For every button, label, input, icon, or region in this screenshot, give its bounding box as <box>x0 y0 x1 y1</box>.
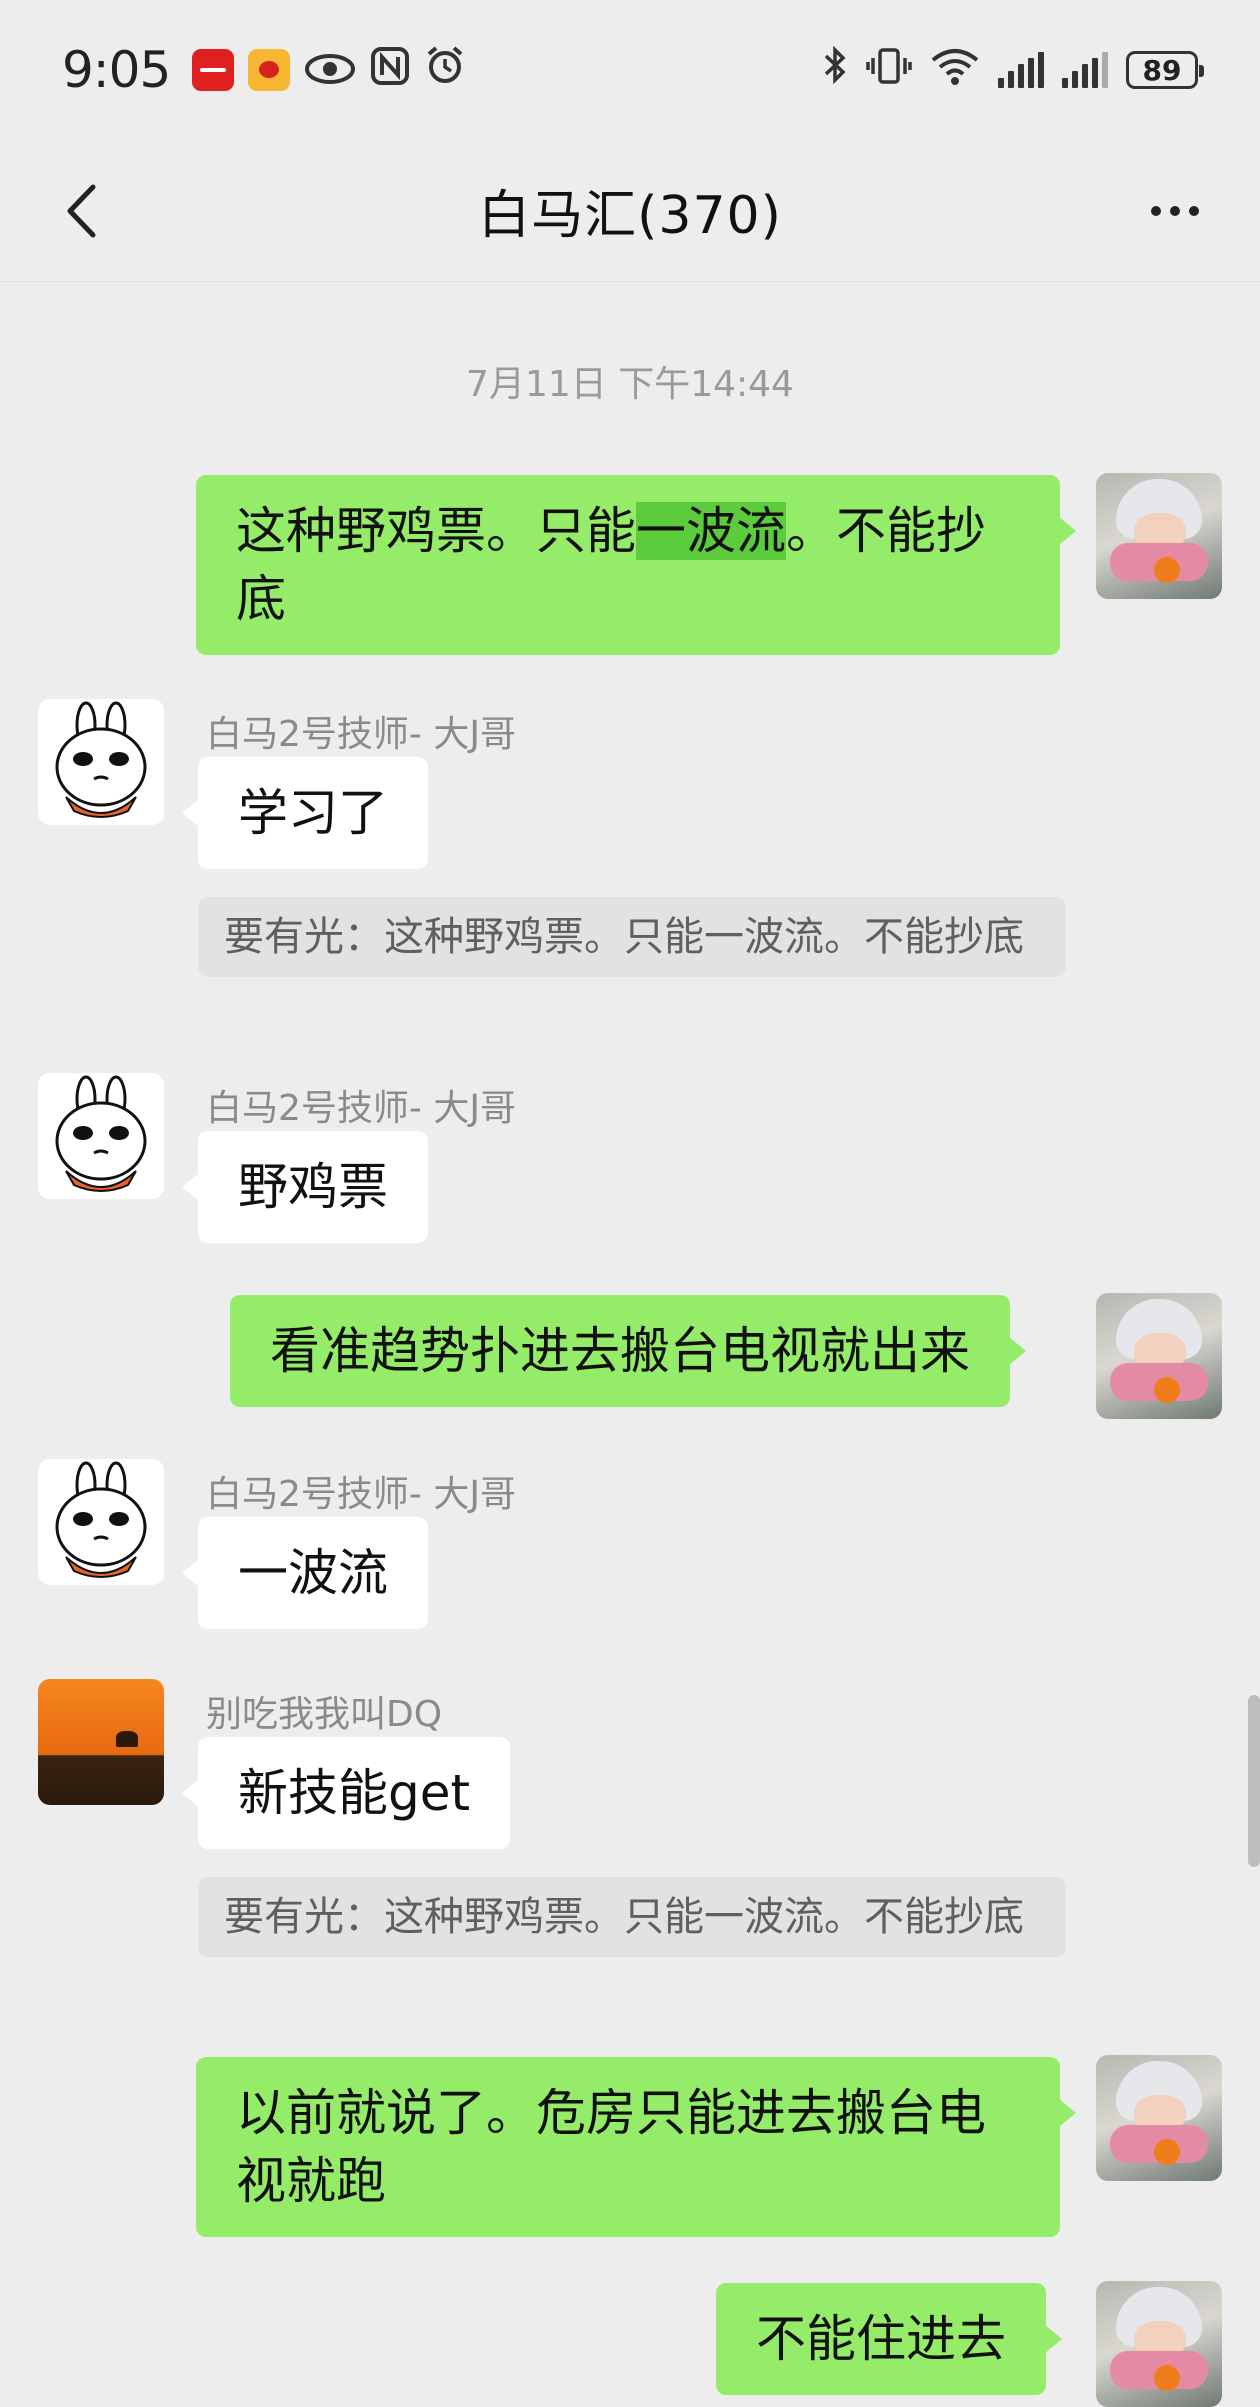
sender-name: 白马2号技师- 大J哥 <box>206 714 516 755</box>
message-bubble-self[interactable]: 以前就说了。危房只能进去搬台电视就跑 <box>196 2057 1076 2237</box>
quoted-message[interactable]: 要有光：这种野鸡票。只能一波流。不能抄底 <box>198 1877 1066 1957</box>
chat-header: 白马汇(370) <box>0 140 1260 282</box>
battery-icon: 89 <box>1126 51 1204 89</box>
status-bar: 9:05 89 <box>0 0 1260 140</box>
status-right: 89 <box>822 43 1204 97</box>
chat-title: 白马汇(370) <box>478 186 782 246</box>
message-bubble-other[interactable]: 野鸡票 <box>182 1131 428 1243</box>
highlighted-text: 一波流 <box>636 502 786 560</box>
message-bubble-self[interactable]: 不能住进去 <box>716 2283 1062 2395</box>
bluetooth-icon <box>822 43 848 97</box>
status-left: 9:05 <box>62 41 466 99</box>
bunny-avatar[interactable] <box>38 699 164 825</box>
sender-name: 别吃我我叫DQ <box>206 1694 443 1735</box>
message-text: 野鸡票 <box>238 1158 388 1216</box>
message-bubble-self[interactable]: 看准趋势扑进去搬台电视就出来 <box>230 1295 1026 1407</box>
bunny-avatar[interactable] <box>38 1073 164 1199</box>
eye-icon <box>304 43 356 97</box>
sender-name: 白马2号技师- 大J哥 <box>206 1088 516 1129</box>
message-bubble-self[interactable]: 这种野鸡票。只能一波流。不能抄底 <box>196 475 1076 655</box>
message-timestamp: 7月11日 下午14:44 <box>466 364 794 405</box>
quoted-message[interactable]: 要有光：这种野鸡票。只能一波流。不能抄底 <box>198 897 1066 977</box>
scrollbar[interactable] <box>1248 1695 1260 1867</box>
more-options-button[interactable] <box>1140 186 1210 236</box>
chevron-left-icon <box>67 184 96 238</box>
nfc-icon <box>370 43 410 97</box>
message-bubble-other[interactable]: 一波流 <box>182 1517 428 1629</box>
message-text: 这种野鸡票。只能 <box>236 502 636 560</box>
message-text: 以前就说了。危房只能进去搬台电视就跑 <box>236 2084 986 2210</box>
message-text: 看准趋势扑进去搬台电视就出来 <box>270 1322 970 1380</box>
self-avatar[interactable] <box>1096 2055 1222 2181</box>
vibrate-icon <box>866 43 912 97</box>
self-avatar[interactable] <box>1096 1293 1222 1419</box>
message-text: 新技能get <box>238 1764 471 1822</box>
more-dot-icon <box>1151 206 1161 216</box>
message-bubble-other[interactable]: 新技能get <box>181 1737 511 1849</box>
bunny-avatar[interactable] <box>38 1459 164 1585</box>
signal-strength-2-icon <box>1062 52 1108 88</box>
dq-avatar[interactable] <box>38 1679 164 1805</box>
message-text: 不能住进去 <box>756 2310 1006 2368</box>
message-bubble-other[interactable]: 学习了 <box>182 757 428 869</box>
chat-message-list[interactable]: 7月11日 下午14:44 这种野鸡票。只能一波流。不能抄底 白马2号技师- 大… <box>0 283 1260 2407</box>
message-text: 一波流 <box>238 1544 388 1602</box>
news-app-icon <box>192 49 235 91</box>
wifi-icon <box>930 43 980 97</box>
more-dot-icon <box>1170 206 1180 216</box>
sender-name: 白马2号技师- 大J哥 <box>206 1474 516 1515</box>
self-avatar[interactable] <box>1096 2281 1222 2407</box>
alarm-icon <box>424 43 466 97</box>
back-button[interactable] <box>46 176 116 246</box>
weibo-icon <box>248 49 291 91</box>
more-dot-icon <box>1189 206 1199 216</box>
signal-strength-icon <box>998 52 1044 88</box>
status-time: 9:05 <box>62 41 171 99</box>
self-avatar[interactable] <box>1096 473 1222 599</box>
message-text: 学习了 <box>238 784 388 842</box>
